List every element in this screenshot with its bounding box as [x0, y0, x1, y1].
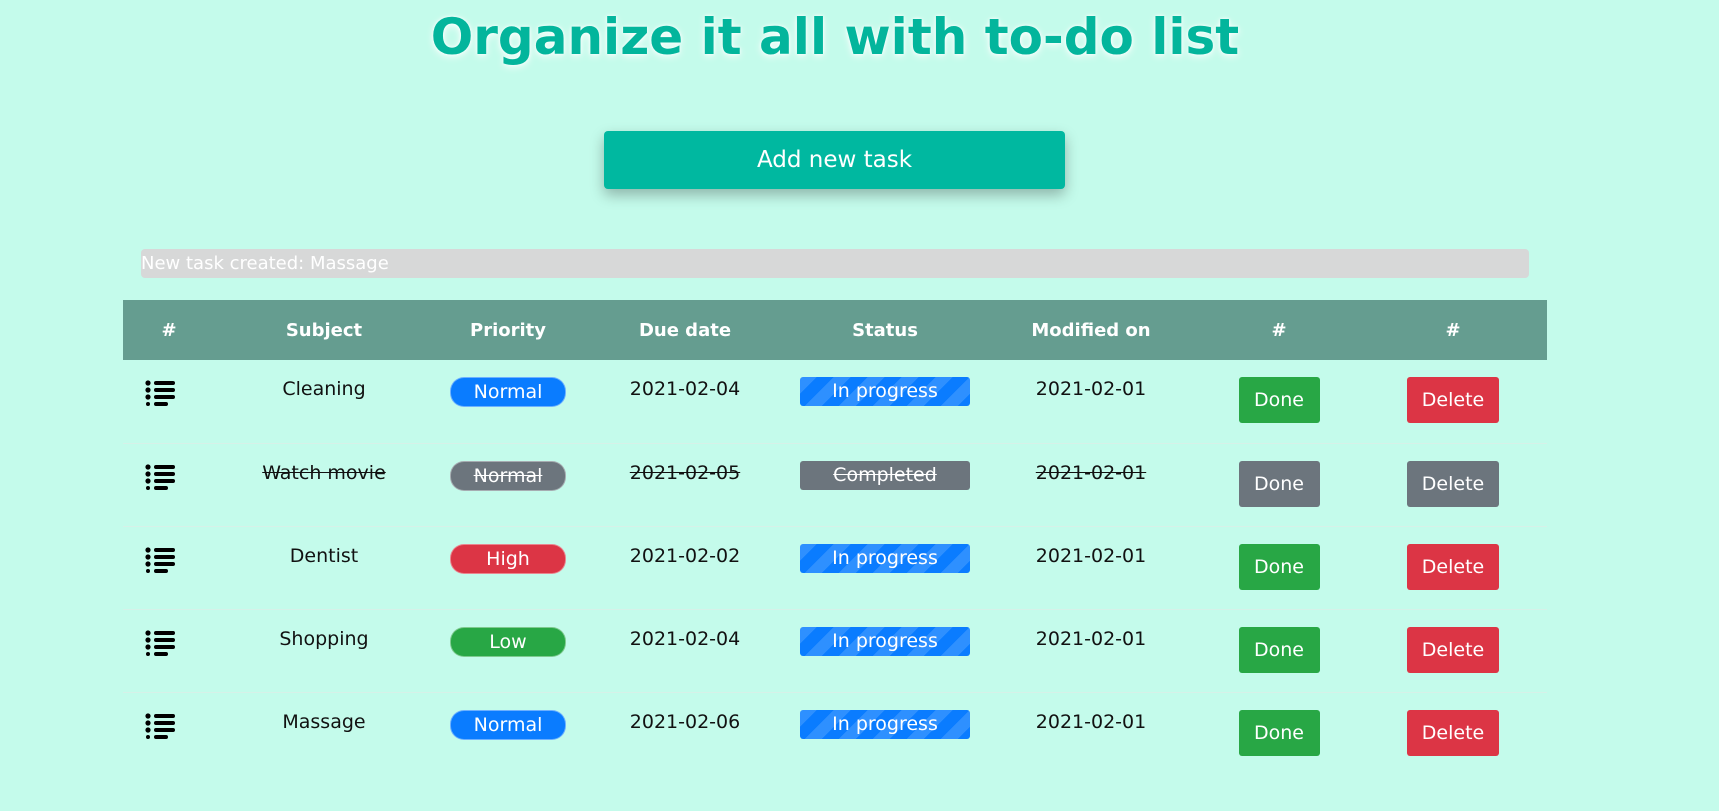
done-button[interactable]: Done [1238, 709, 1320, 756]
priority-badge: Normal [450, 460, 566, 491]
priority-badge: Low [450, 626, 566, 657]
priority-badge: Normal [450, 709, 566, 740]
column-header-subject[interactable]: Subject [215, 300, 433, 360]
table-row: Dentist High 2021-02-02 In progress 2021… [123, 526, 1547, 609]
column-header-index: # [161, 319, 177, 341]
done-button[interactable]: Done [1238, 543, 1320, 590]
delete-button[interactable]: Delete [1407, 543, 1499, 590]
modified-date: 2021-02-01 [1035, 544, 1147, 567]
column-header-done: # [1271, 319, 1287, 341]
modified-date: 2021-02-01 [1035, 461, 1147, 484]
status-badge: Completed [800, 460, 970, 490]
row-handle-cell [123, 360, 215, 443]
status-badge: In progress [800, 543, 970, 573]
list-icon[interactable] [145, 712, 177, 739]
modified-date: 2021-02-01 [1035, 627, 1147, 650]
status-badge: In progress [800, 709, 970, 739]
list-icon[interactable] [145, 380, 177, 406]
row-handle-cell [123, 526, 215, 609]
priority-badge: High [450, 543, 566, 574]
modified-date: 2021-02-01 [1035, 378, 1147, 400]
column-header-modified-on[interactable]: Modified on [983, 300, 1199, 360]
task-table: # Subject Priority Due date Status Modif… [123, 300, 1547, 775]
column-header-priority[interactable]: Priority [433, 300, 583, 360]
due-date: 2021-02-04 [629, 378, 741, 400]
table-row: Shopping Low 2021-02-04 In progress 2021… [123, 609, 1547, 692]
due-date: 2021-02-06 [629, 710, 741, 733]
add-new-task-button[interactable]: Add new task [604, 131, 1065, 189]
done-button[interactable]: Done [1238, 377, 1320, 423]
list-icon[interactable] [145, 629, 177, 656]
done-button[interactable]: Done [1238, 626, 1320, 673]
priority-badge: Normal [450, 377, 566, 407]
table-row: Massage Normal 2021-02-06 In progress 20… [123, 692, 1547, 775]
row-handle-cell [123, 692, 215, 775]
column-header-due-date[interactable]: Due date [583, 300, 787, 360]
column-header-status[interactable]: Status [787, 300, 983, 360]
status-badge: In progress [800, 377, 970, 406]
task-subject: Shopping [279, 627, 369, 650]
table-row: Watch movie Normal 2021-02-05 Completed … [123, 443, 1547, 526]
due-date: 2021-02-05 [629, 461, 741, 484]
page-title: Organize it all with to-do list [430, 8, 1240, 66]
row-handle-cell [123, 443, 215, 526]
task-subject: Watch movie [262, 461, 386, 484]
modified-date: 2021-02-01 [1035, 710, 1147, 733]
task-created-notice: New task created: Massage [141, 249, 1529, 278]
due-date: 2021-02-04 [629, 627, 741, 650]
delete-button[interactable]: Delete [1407, 626, 1499, 673]
task-subject: Massage [282, 710, 366, 733]
done-button[interactable]: Done [1238, 460, 1320, 507]
delete-button[interactable]: Delete [1407, 460, 1499, 507]
column-header-delete: # [1445, 319, 1461, 341]
task-subject: Cleaning [282, 378, 366, 400]
list-icon[interactable] [145, 463, 177, 490]
due-date: 2021-02-02 [629, 544, 741, 567]
table-row: Cleaning Normal 2021-02-04 In progress 2… [123, 360, 1547, 443]
table-header-row: # Subject Priority Due date Status Modif… [123, 300, 1547, 360]
row-handle-cell [123, 609, 215, 692]
list-icon[interactable] [145, 546, 177, 573]
status-badge: In progress [800, 626, 970, 656]
task-subject: Dentist [289, 544, 359, 567]
delete-button[interactable]: Delete [1407, 709, 1499, 756]
delete-button[interactable]: Delete [1407, 377, 1499, 423]
